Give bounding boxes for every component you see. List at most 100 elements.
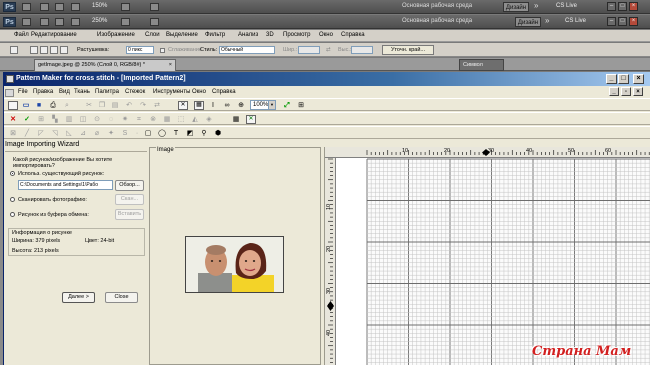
pm-menu-view[interactable]: Вид [59,89,70,95]
draw-tool-9-icon[interactable]: S [120,129,130,138]
design-workspace-button[interactable]: Дизайн [515,17,541,27]
eraser-icon[interactable]: ◩ [185,129,195,138]
tool-k-icon[interactable]: ⬚ [176,115,186,124]
zoom-tool-icon[interactable] [71,18,80,26]
draw-tool-1-icon[interactable]: ⊠ [8,129,18,138]
draw-tool-10-icon[interactable]: · [132,129,142,138]
menu-3d[interactable]: 3D [266,32,274,38]
zoom-in-icon[interactable]: ⊕ [236,101,246,110]
copy-icon[interactable]: ❐ [97,101,107,110]
design-workspace-button[interactable]: Дизайн [503,2,529,12]
document-menu-icon[interactable] [5,89,14,97]
bridge-icon[interactable] [22,18,31,26]
cut-icon[interactable]: ✂ [84,101,94,110]
scan-button[interactable]: Скан... [115,194,144,205]
bridge-icon[interactable] [22,3,31,11]
character-panel-tab[interactable]: Символ [459,59,504,71]
tool-g-icon[interactable]: ✷ [120,115,130,124]
tool-j-icon[interactable]: ▦ [162,115,172,124]
chevron-down-icon[interactable]: ▼ [268,101,275,109]
pm-menu-palette[interactable]: Палитра [95,89,119,95]
new-icon[interactable] [8,101,18,110]
document-tab[interactable]: getImage.jpeg @ 250% (Слой 0, RGB/8#) * … [34,59,176,71]
undo-icon[interactable]: ↶ [124,101,134,110]
tool-f-icon[interactable]: ◌ [106,115,116,124]
subtract-selection-icon[interactable] [50,46,58,54]
hand-tool-icon[interactable] [55,18,64,26]
stitch-grid-icon[interactable]: ✕ [246,115,256,124]
tool-i-icon[interactable]: ⊗ [148,115,158,124]
menu-image[interactable]: Изображение [97,32,135,38]
height-input[interactable] [351,46,373,54]
tool-l-icon[interactable]: ◭ [190,115,200,124]
minibridge-icon[interactable] [40,3,49,11]
zoom-select[interactable]: 100% ▼ [250,100,276,110]
flip-icon[interactable]: ⇄ [152,101,162,110]
swap-icon[interactable]: ⇄ [326,47,331,53]
style-select[interactable]: Обычный [219,46,275,54]
pm-menu-edit[interactable]: Правка [33,89,53,95]
pattern-grid-canvas[interactable]: 10 20 30 40 50 60 10 20 30 40 [324,147,650,365]
paste-icon[interactable]: ▤ [110,101,120,110]
radio-existing-label[interactable]: Использ. существующий рисунок: [18,171,104,177]
marquee-tool-icon[interactable] [10,46,18,54]
radio-existing[interactable] [10,171,15,176]
minimize-button[interactable]: – [607,2,616,11]
width-input[interactable] [298,46,320,54]
radio-clipboard[interactable] [10,212,15,217]
menu-file[interactable]: Файл [14,32,29,38]
browse-button[interactable]: Обзор... [115,180,144,191]
zoom-level[interactable]: 150% [92,3,107,9]
refine-edge-button[interactable]: Уточн. край... [382,45,434,55]
draw-tool-5-icon[interactable]: ◺ [64,129,74,138]
fit-window-icon[interactable]: ⤢ [282,101,292,110]
draw-tool-8-icon[interactable]: ✦ [106,129,116,138]
close-button[interactable]: × [629,17,638,26]
next-button[interactable]: Далее > [62,292,95,303]
pm-maximize-button[interactable]: □ [618,74,629,84]
pm-menu-fabric[interactable]: Ткань [74,89,90,95]
radio-clipboard-label[interactable]: Рисунок из буфера обмена: [18,212,89,218]
menu-analysis[interactable]: Анализ [238,32,258,38]
close-button[interactable]: × [629,2,638,11]
open-icon[interactable]: ▭ [21,101,31,110]
close-wizard-button[interactable]: Close [105,292,138,303]
tool-m-icon[interactable]: ◈ [204,115,214,124]
save-icon[interactable]: ■ [34,101,44,110]
menu-layers[interactable]: Слои [145,32,160,38]
pattern-maker-titlebar[interactable]: Pattern Maker for cross stitch - [Import… [4,72,650,86]
draw-tool-4-icon[interactable]: ◹ [50,129,60,138]
paste-button[interactable]: Вставить [115,209,144,220]
zoom-tool-icon[interactable] [71,3,80,11]
add-selection-icon[interactable] [40,46,48,54]
full-stitch-icon[interactable]: ✕ [178,101,188,110]
draw-tool-2-icon[interactable]: ╱ [22,129,32,138]
radio-scan[interactable] [10,197,15,202]
tool-h-icon[interactable]: ⌗ [134,115,144,124]
hand-tool-icon[interactable] [55,3,64,11]
arrange-docs-icon[interactable] [150,3,159,11]
pm-menu-window[interactable]: Окно [192,89,206,95]
radio-scan-label[interactable]: Сканировать фотографию: [18,197,87,203]
arrange-docs-icon[interactable] [150,18,159,26]
select-rect-icon[interactable]: ▢ [143,129,153,138]
stitch-grid[interactable] [336,158,650,365]
pm-menu-file[interactable]: File [18,89,28,95]
menu-filter[interactable]: Фильтр [205,32,225,38]
pm-close-button[interactable]: × [633,74,644,84]
minimize-button[interactable]: – [607,17,616,26]
pm-menu-tools[interactable]: Инструменты [153,89,190,95]
doc-restore-button[interactable]: ▫ [621,87,631,96]
minibridge-icon[interactable] [40,18,49,26]
redo-icon[interactable]: ↷ [138,101,148,110]
tool-c-icon[interactable]: ▥ [64,115,74,124]
print-preview-icon[interactable]: ⌕ [62,101,72,110]
view-extras-icon[interactable] [121,3,130,11]
menu-view[interactable]: Просмотр [283,32,310,38]
antialias-checkbox[interactable] [160,48,165,53]
tool-b-icon[interactable]: ▚ [50,115,60,124]
cs-live-button[interactable]: CS Live [556,3,577,9]
intersect-selection-icon[interactable] [60,46,68,54]
eyedropper-icon[interactable]: ⚲ [199,129,209,138]
palette-grid-icon[interactable]: ▦ [231,115,241,124]
